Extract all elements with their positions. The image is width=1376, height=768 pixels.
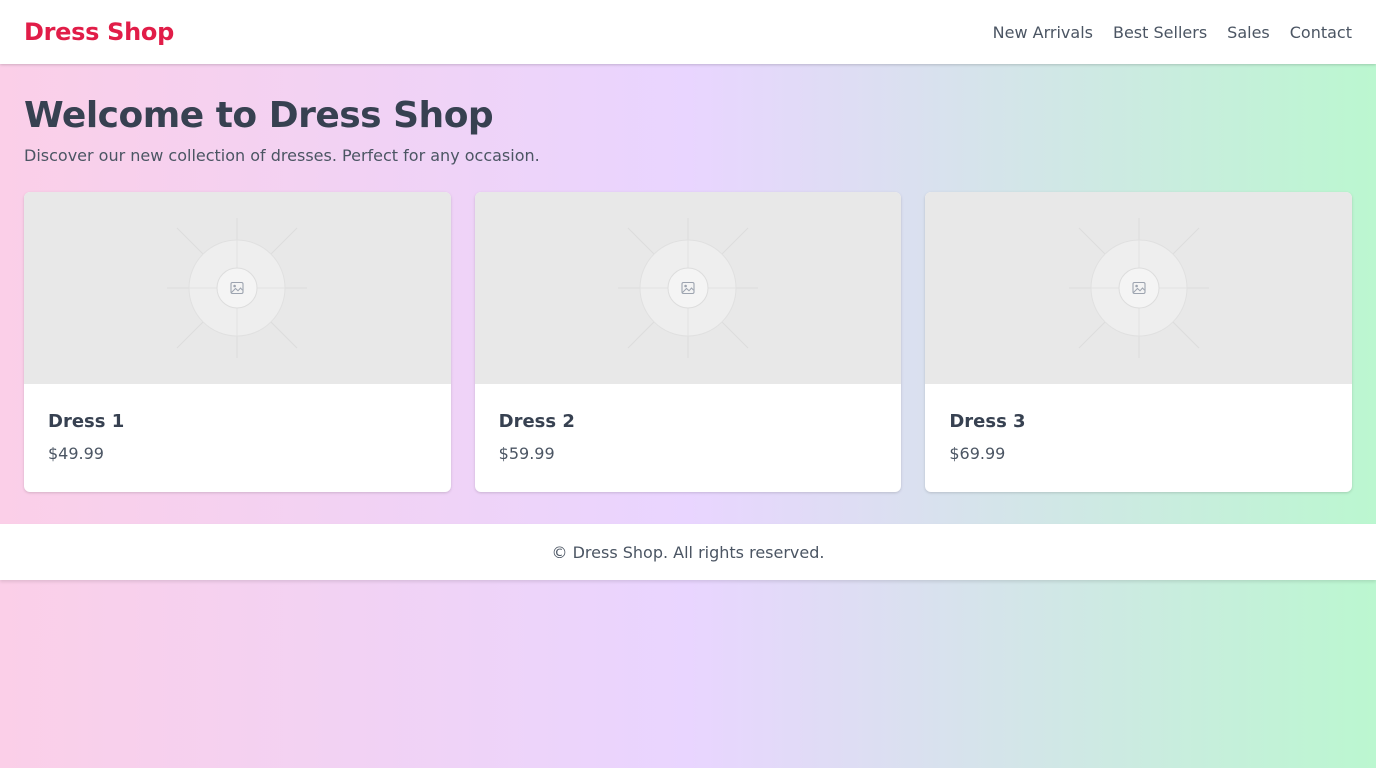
image-placeholder-icon: [167, 218, 308, 358]
product-card[interactable]: Dress 1 $49.99: [24, 192, 451, 492]
footer-copyright: © Dress Shop. All rights reserved.: [551, 542, 825, 562]
nav-link-sales[interactable]: Sales: [1227, 23, 1270, 42]
product-card-body: Dress 2 $59.99: [475, 384, 902, 492]
nav-link-contact[interactable]: Contact: [1290, 23, 1352, 42]
hero-subtitle: Discover our new collection of dresses. …: [24, 146, 540, 165]
product-image: [925, 192, 1352, 384]
product-card-body: Dress 3 $69.99: [925, 384, 1352, 492]
main-content: Welcome to Dress Shop Discover our new c…: [0, 64, 1376, 524]
image-placeholder-icon: [1068, 218, 1209, 358]
product-name: Dress 3: [949, 411, 1026, 432]
product-price: $69.99: [949, 444, 1006, 463]
product-name: Dress 2: [498, 411, 575, 432]
brand-logo-link[interactable]: Dress Shop: [24, 18, 174, 46]
product-name: Dress 1: [48, 411, 125, 432]
product-image: [24, 192, 451, 384]
site-footer: © Dress Shop. All rights reserved.: [0, 524, 1376, 580]
image-placeholder-icon: [617, 218, 758, 358]
product-image: [474, 192, 902, 384]
main-nav: New Arrivals Best Sellers Sales Contact: [993, 23, 1352, 42]
product-price: $49.99: [48, 444, 104, 463]
product-card[interactable]: Dress 3 $69.99: [925, 192, 1352, 492]
nav-link-new-arrivals[interactable]: New Arrivals: [993, 23, 1093, 42]
site-header: Dress Shop New Arrivals Best Sellers Sal…: [0, 0, 1376, 64]
product-card-body: Dress 1 $49.99: [24, 384, 451, 492]
nav-link-best-sellers[interactable]: Best Sellers: [1113, 23, 1207, 42]
hero-title: Welcome to Dress Shop: [24, 95, 494, 136]
product-card[interactable]: Dress 2 $59.99: [474, 192, 902, 492]
product-grid: Dress 1 $49.99 Dress 2 $59.99 Dress 3 $6…: [24, 192, 1352, 492]
product-price: $59.99: [498, 444, 555, 463]
